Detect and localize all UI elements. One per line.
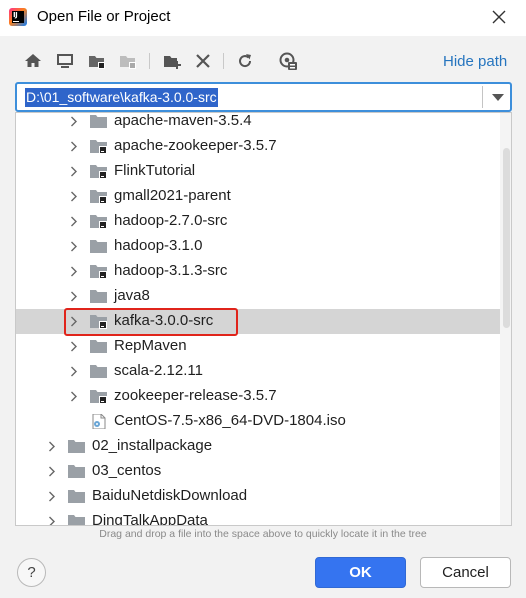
tree-row[interactable]: CentOS-7.5-x86_64-DVD-1804.iso: [16, 409, 511, 434]
project-folder-icon[interactable]: [86, 50, 108, 72]
tree-row-label: gmall2021-parent: [114, 187, 231, 204]
scrollbar-thumb[interactable]: [503, 148, 510, 328]
help-button[interactable]: ?: [17, 558, 46, 587]
tree-row-label: DingTalkAppData: [92, 512, 208, 526]
folder-icon: [90, 240, 107, 253]
path-value[interactable]: D:\01_software\kafka-3.0.0-src: [25, 88, 218, 107]
folder-icon: [68, 440, 85, 453]
chevron-right-icon[interactable]: [70, 216, 78, 227]
folder-icon: [68, 490, 85, 503]
chevron-right-icon[interactable]: [70, 241, 78, 252]
chevron-right-icon[interactable]: [70, 191, 78, 202]
dialog-title: Open File or Project: [37, 8, 171, 25]
tree-row-label: FlinkTutorial: [114, 162, 196, 179]
tree-row[interactable]: apache-maven-3.5.4: [16, 112, 511, 134]
folder-icon: [90, 340, 107, 353]
tree-row-label: hadoop-3.1.3-src: [114, 262, 228, 279]
ok-button[interactable]: OK: [315, 557, 406, 588]
tree-row[interactable]: zookeeper-release-3.5.7: [16, 384, 511, 409]
iso-file-icon: [92, 414, 106, 429]
tree-row-label: java8: [114, 287, 150, 304]
tree-row[interactable]: RepMaven: [16, 334, 511, 359]
tree-row[interactable]: hadoop-3.1.0: [16, 234, 511, 259]
tree-row[interactable]: gmall2021-parent: [16, 184, 511, 209]
combo-separator: [482, 86, 483, 108]
chevron-right-icon[interactable]: [48, 441, 56, 452]
chevron-right-icon[interactable]: [70, 266, 78, 277]
tree-row[interactable]: DingTalkAppData: [16, 509, 511, 526]
folder-icon: [90, 115, 107, 128]
project-folder-icon: [90, 215, 107, 229]
chevron-right-icon[interactable]: [70, 366, 78, 377]
refresh-icon[interactable]: [234, 50, 256, 72]
drag-drop-hint: Drag and drop a file into the space abov…: [99, 528, 427, 540]
chevron-right-icon[interactable]: [48, 491, 56, 502]
tree-row[interactable]: 02_installpackage: [16, 434, 511, 459]
project-folder-icon: [90, 165, 107, 179]
tree-row-label: apache-maven-3.5.4: [114, 112, 252, 129]
tree-row-label: RepMaven: [114, 337, 187, 354]
cancel-button[interactable]: Cancel: [420, 557, 511, 588]
project-folder-icon: [90, 140, 107, 154]
project-folder-icon: [90, 265, 107, 279]
tree-row[interactable]: 03_centos: [16, 459, 511, 484]
chevron-right-icon[interactable]: [70, 141, 78, 152]
hide-path-link[interactable]: Hide path: [443, 53, 507, 70]
tree-row-label: BaiduNetdiskDownload: [92, 487, 248, 504]
chevron-right-icon[interactable]: [70, 341, 78, 352]
home-icon[interactable]: [22, 50, 44, 72]
tree-row-label: CentOS-7.5-x86_64-DVD-1804.iso: [114, 412, 346, 429]
project-folder-icon: [90, 390, 107, 404]
module-folder-icon[interactable]: [117, 50, 139, 72]
chevron-right-icon[interactable]: [70, 291, 78, 302]
chevron-right-icon[interactable]: [70, 116, 78, 127]
chevron-right-icon[interactable]: [48, 466, 56, 477]
tree-row-label: 02_installpackage: [92, 437, 213, 454]
title-bar: IJ Open File or Project: [0, 0, 526, 36]
chevron-right-icon[interactable]: [48, 516, 56, 526]
chevron-right-icon[interactable]: [70, 391, 78, 402]
delete-icon[interactable]: [192, 50, 214, 72]
tree-row[interactable]: scala-2.12.11: [16, 359, 511, 384]
show-hidden-icon[interactable]: [277, 50, 299, 72]
project-folder-icon: [90, 190, 107, 204]
tree-row[interactable]: java8: [16, 284, 511, 309]
tree-row[interactable]: hadoop-3.1.3-src: [16, 259, 511, 284]
new-folder-icon[interactable]: [161, 50, 183, 72]
tree-row[interactable]: FlinkTutorial: [16, 159, 511, 184]
tree-row-label: hadoop-3.1.0: [114, 237, 203, 254]
close-icon[interactable]: [490, 8, 508, 26]
folder-icon: [68, 465, 85, 478]
folder-icon: [90, 290, 107, 303]
chevron-down-icon[interactable]: [491, 91, 505, 103]
tree-row-label: scala-2.12.11: [114, 362, 203, 379]
tree-row[interactable]: BaiduNetdiskDownload: [16, 484, 511, 509]
toolbar-separator: [223, 53, 224, 69]
file-tree[interactable]: apache-maven-3.5.4 apache-zookeeper-3.5.7…: [15, 112, 512, 526]
tree-row[interactable]: apache-zookeeper-3.5.7: [16, 134, 511, 159]
toolbar: Hide path: [0, 44, 526, 78]
folder-icon: [68, 515, 85, 525]
chevron-right-icon[interactable]: [70, 166, 78, 177]
toolbar-separator: [149, 53, 150, 69]
intellij-logo-icon: IJ: [9, 8, 27, 26]
folder-icon: [90, 365, 107, 378]
tree-row[interactable]: hadoop-2.7.0-src: [16, 209, 511, 234]
tree-row-label: apache-zookeeper-3.5.7: [114, 137, 277, 154]
path-input[interactable]: D:\01_software\kafka-3.0.0-src: [15, 82, 512, 112]
tree-row-label: zookeeper-release-3.5.7: [114, 387, 277, 404]
tree-row-label: 03_centos: [92, 462, 162, 479]
tree-row-label: hadoop-2.7.0-src: [114, 212, 228, 229]
annotation-highlight-box: [64, 308, 238, 336]
desktop-icon[interactable]: [54, 50, 76, 72]
